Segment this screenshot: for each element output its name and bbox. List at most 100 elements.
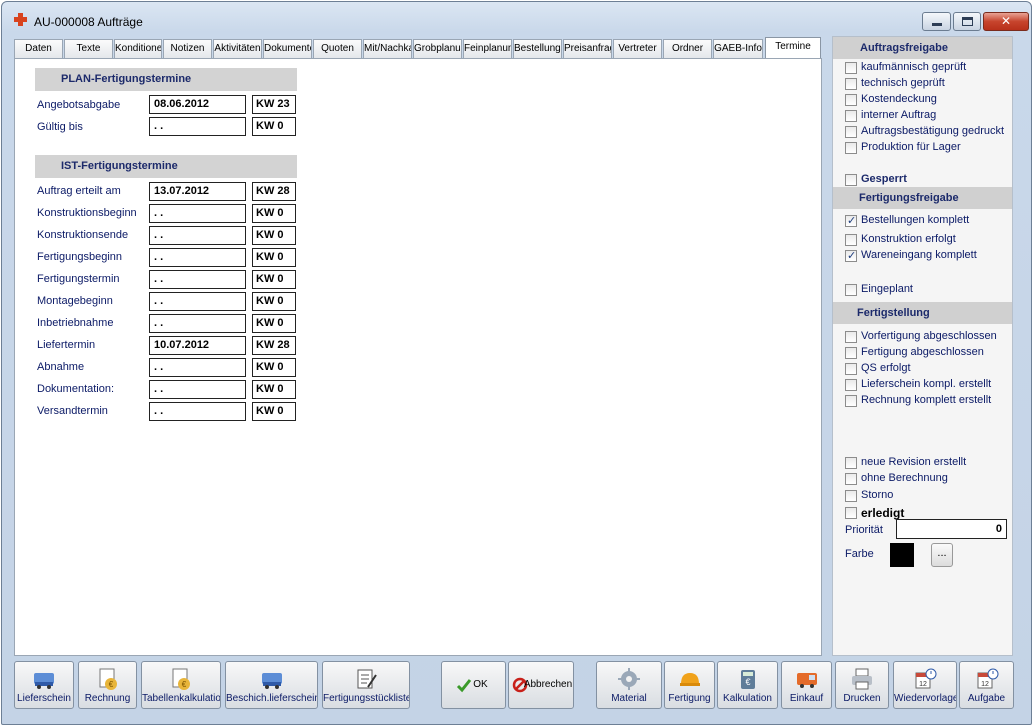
date-field[interactable]: 13.07.2012 <box>149 182 246 201</box>
button-label: Lieferschein <box>17 693 71 704</box>
kw-field: KW 28 <box>252 182 296 201</box>
field-label: Fertigungstermin <box>37 273 120 285</box>
checkbox-label: Wareneingang komplett <box>861 249 977 261</box>
checkbox-box[interactable] <box>845 126 857 138</box>
field-label: Abnahme <box>37 361 85 373</box>
calendar-clock-icon: 12 <box>915 668 937 689</box>
date-field[interactable]: . . <box>149 292 246 311</box>
tab-ordner[interactable]: Ordner <box>663 39 712 58</box>
tab-aktivitaeten[interactable]: Aktivitäten <box>213 39 262 58</box>
field-label: Fertigungsbeginn <box>37 251 123 263</box>
date-field[interactable]: 08.06.2012 <box>149 95 246 114</box>
fertigung-button[interactable]: Fertigung <box>664 661 715 709</box>
date-field[interactable]: . . <box>149 117 246 136</box>
svg-text:€: € <box>108 680 113 689</box>
checkbox-box[interactable] <box>845 347 857 359</box>
button-label: Wiedervorlage <box>894 693 956 704</box>
checkbox-box[interactable] <box>845 395 857 407</box>
button-label: Kalkulation <box>723 693 772 704</box>
checkbox-box[interactable] <box>845 490 857 502</box>
button-label: Einkauf <box>789 693 824 704</box>
material-button[interactable]: Material <box>596 661 662 709</box>
minimize-button[interactable] <box>922 12 951 31</box>
date-field[interactable]: . . <box>149 402 246 421</box>
svg-text:€: € <box>745 677 750 687</box>
checkbox-box[interactable] <box>845 507 857 519</box>
hardhat-icon <box>679 673 700 686</box>
maximize-button[interactable] <box>953 12 981 31</box>
tab-quoten[interactable]: Quoten <box>313 39 362 58</box>
kalkulation-button[interactable]: € Kalkulation <box>717 661 778 709</box>
checkbox-box[interactable] <box>845 214 857 227</box>
checkbox-label: Eingeplant <box>861 283 913 295</box>
tab-vertreter[interactable]: Vertreter <box>613 39 662 58</box>
tab-konditionen[interactable]: Konditionen <box>114 39 162 58</box>
kw-field: KW 0 <box>252 117 296 136</box>
tab-texte[interactable]: Texte <box>64 39 113 58</box>
window-title: AU-000008 Aufträge <box>34 15 143 29</box>
aufgabe-button[interactable]: 12 Aufgabe <box>959 661 1014 709</box>
button-label: Fertigungsstückliste <box>323 693 409 704</box>
termine-panel: PLAN-Fertigungstermine Angebotsabgabe 08… <box>14 58 822 656</box>
rechnung-button[interactable]: € Rechnung <box>78 661 137 709</box>
beschichlieferschein-button[interactable]: Beschich.lieferschein <box>225 661 318 709</box>
date-field[interactable]: . . <box>149 226 246 245</box>
tab-preisanfragen[interactable]: Preisanfragen <box>563 39 612 58</box>
checkbox-box[interactable] <box>845 94 857 106</box>
prioritaet-input[interactable]: 0 <box>896 519 1007 539</box>
date-field[interactable]: . . <box>149 358 246 377</box>
tab-gaeb-info[interactable]: GAEB-Info <box>713 39 763 58</box>
checkbox-box[interactable] <box>845 284 857 296</box>
tab-notizen[interactable]: Notizen <box>163 39 212 58</box>
farbe-label: Farbe <box>845 548 874 560</box>
checkbox-box[interactable] <box>845 331 857 343</box>
color-swatch[interactable] <box>890 543 914 567</box>
checkbox-box[interactable] <box>845 78 857 90</box>
tab-daten[interactable]: Daten <box>14 39 63 58</box>
checkbox-box[interactable] <box>845 142 857 154</box>
tab-feinplanung[interactable]: Feinplanung <box>463 39 512 58</box>
einkauf-button[interactable]: Einkauf <box>781 661 832 709</box>
date-field[interactable]: 10.07.2012 <box>149 336 246 355</box>
checkbox-box[interactable] <box>845 234 857 246</box>
title-bar: AU-000008 Aufträge ✕ <box>2 2 1031 36</box>
color-picker-button[interactable]: ... <box>931 543 953 567</box>
list-edit-icon <box>357 669 377 689</box>
checkbox-label: neue Revision erstellt <box>861 456 967 468</box>
date-field[interactable]: . . <box>149 248 246 267</box>
checkbox-box[interactable] <box>845 110 857 122</box>
tab-dokumente[interactable]: Dokumente <box>263 39 312 58</box>
date-field[interactable]: . . <box>149 204 246 223</box>
ok-button[interactable]: OK <box>441 661 506 709</box>
button-label: Beschich.lieferschein <box>226 693 317 704</box>
checkbox-box[interactable] <box>845 379 857 391</box>
date-field[interactable]: . . <box>149 270 246 289</box>
kw-field: KW 0 <box>252 204 296 223</box>
checkbox-box[interactable] <box>845 249 857 262</box>
tab-termine[interactable]: Termine <box>765 37 821 58</box>
wiedervorlage-button[interactable]: 12 Wiedervorlage <box>893 661 957 709</box>
close-button[interactable]: ✕ <box>983 12 1029 31</box>
lieferschein-button[interactable]: Lieferschein <box>14 661 74 709</box>
date-field[interactable]: . . <box>149 380 246 399</box>
kw-field: KW 0 <box>252 292 296 311</box>
kw-field: KW 28 <box>252 336 296 355</box>
svg-text:€: € <box>182 680 187 689</box>
tabellenkalkulation-button[interactable]: € Tabellenkalkulation <box>141 661 221 709</box>
tab-mit-nachkalk[interactable]: Mit/Nachkalk <box>363 39 412 58</box>
tab-grobplanung[interactable]: Grobplanung <box>413 39 462 58</box>
checkbox-label: Gesperrt <box>861 173 907 185</box>
date-field[interactable]: . . <box>149 314 246 333</box>
drucken-button[interactable]: Drucken <box>835 661 889 709</box>
checkbox-box[interactable] <box>845 363 857 375</box>
checkbox-box[interactable] <box>845 174 857 186</box>
checkbox-box[interactable] <box>845 62 857 74</box>
checkbox-box[interactable] <box>845 457 857 469</box>
abbrechen-button[interactable]: Abbrechen <box>508 661 574 709</box>
checkbox-label: Rechnung komplett erstellt <box>861 394 992 406</box>
fertigungsstueckliste-button[interactable]: Fertigungsstückliste <box>322 661 410 709</box>
checkbox-box[interactable] <box>845 473 857 485</box>
tab-bestellungen[interactable]: Bestellungen <box>513 39 562 58</box>
task-clock-icon: 12 <box>977 668 998 689</box>
app-window: AU-000008 Aufträge ✕ Daten Texte Konditi… <box>1 1 1032 725</box>
